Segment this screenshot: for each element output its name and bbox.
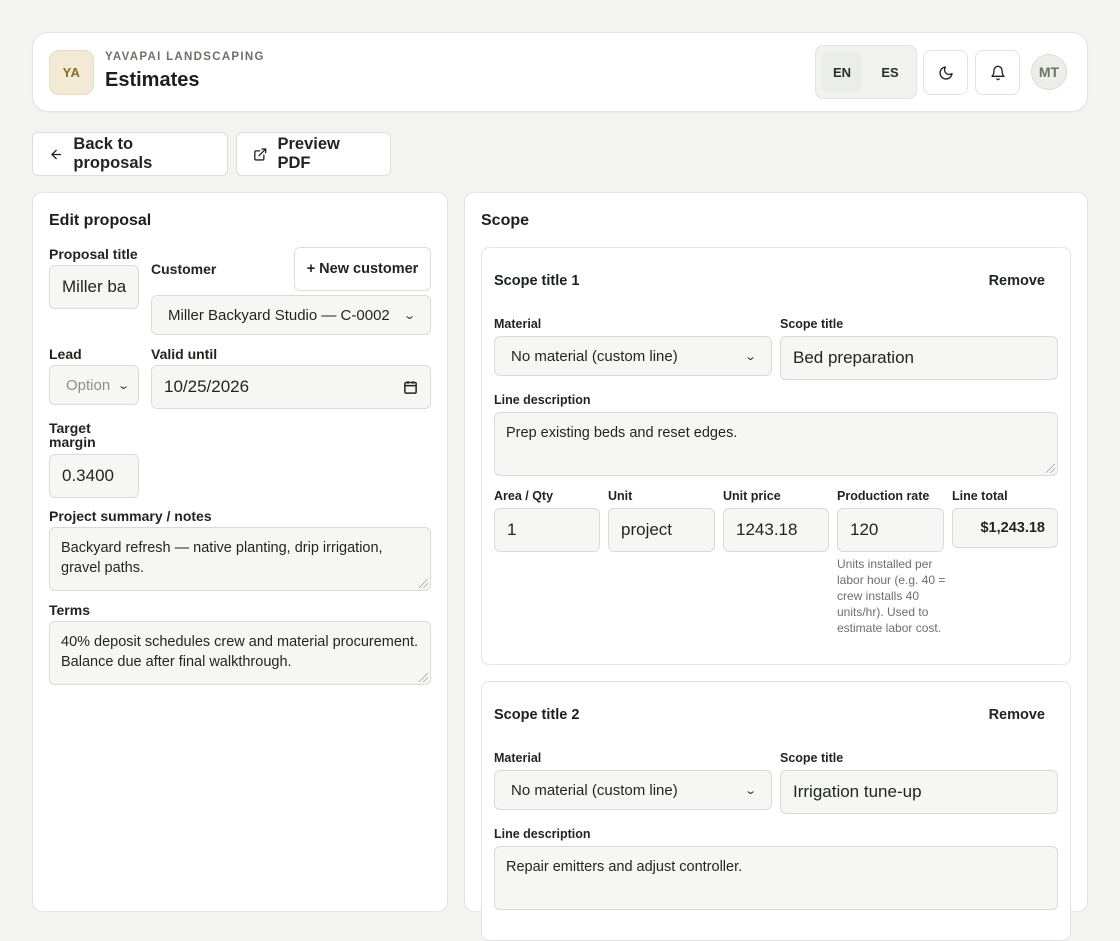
app-header: YA YAVAPAI LANDSCAPING Estimates EN ES M… <box>32 32 1088 112</box>
material-select[interactable]: No material (custom line) ⌄ <box>494 336 772 376</box>
remove-scope-button[interactable]: Remove <box>976 698 1058 732</box>
proposal-title-input[interactable]: Miller ba <box>49 265 139 309</box>
page-title: Estimates <box>105 69 200 91</box>
project-summary-text: Backyard refresh — native planting, drip… <box>61 540 383 576</box>
language-en-button[interactable]: EN <box>822 52 862 92</box>
external-link-icon <box>254 147 267 161</box>
scope-card-heading: Scope title 2 <box>494 707 580 723</box>
valid-until-input[interactable]: 10/25/2026 <box>151 365 431 409</box>
scope-panel: Scope Scope title 1 Remove Material No m… <box>464 192 1088 941</box>
arrow-left-icon <box>51 149 62 159</box>
unit-label: Unit <box>608 489 633 503</box>
resize-handle[interactable] <box>419 673 428 682</box>
material-select[interactable]: No material (custom line) ⌄ <box>494 770 772 810</box>
resize-handle[interactable] <box>1046 464 1055 473</box>
production-rate-label: Production rate <box>837 489 930 503</box>
back-to-proposals-label: Back to proposals <box>73 135 153 172</box>
line-description-label: Line description <box>494 393 591 407</box>
theme-toggle-button[interactable] <box>923 50 968 95</box>
edit-proposal-heading: Edit proposal <box>49 212 152 229</box>
customer-label: Customer <box>151 261 217 277</box>
lead-select-value: Option <box>66 376 111 394</box>
scope-card: Scope title 2 Remove Material No materia… <box>481 681 1071 941</box>
preview-pdf-label: Preview PDF <box>277 135 340 172</box>
back-to-proposals-button[interactable]: Back to proposals <box>32 132 228 176</box>
customer-select-value: Miller Backyard Studio — C-0002 <box>168 306 390 324</box>
company-logo: YA <box>49 50 94 95</box>
preview-pdf-button[interactable]: Preview PDF <box>236 132 391 176</box>
line-description-text: Prep existing beds and reset edges. <box>506 425 738 441</box>
line-total-value: $1,243.18 <box>952 508 1058 548</box>
unit-price-input[interactable]: 1243.18 <box>723 508 829 552</box>
valid-until-label: Valid until <box>151 346 218 362</box>
user-avatar[interactable]: MT <box>1031 54 1067 90</box>
line-total-label: Line total <box>952 489 1008 503</box>
production-rate-help: Units installed per labor hour (e.g. 40 … <box>837 557 946 635</box>
calendar-icon[interactable] <box>403 380 418 395</box>
language-switcher: EN ES <box>815 45 917 99</box>
scope-card: Scope title 1 Remove Material No materia… <box>481 247 1071 665</box>
customer-select[interactable]: Miller Backyard Studio — C-0002 ⌄ <box>151 295 431 335</box>
unit-price-label: Unit price <box>723 489 781 503</box>
scope-heading: Scope <box>481 212 530 229</box>
scope-title-label: Scope title <box>780 317 844 331</box>
lead-label: Lead <box>49 346 82 362</box>
chevron-down-icon: ⌄ <box>116 379 130 392</box>
area-qty-label: Area / Qty <box>494 489 554 503</box>
chevron-down-icon: ⌄ <box>743 784 757 797</box>
material-label: Material <box>494 751 542 765</box>
scope-card-heading: Scope title 1 <box>494 273 580 289</box>
new-customer-button[interactable]: + New customer <box>294 247 431 291</box>
company-name: YAVAPAI LANDSCAPING <box>105 51 265 63</box>
lead-select[interactable]: Option ⌄ <box>49 365 139 405</box>
terms-label: Terms <box>49 602 90 618</box>
scope-title-input[interactable]: Irrigation tune-up <box>780 770 1058 814</box>
terms-text: 40% deposit schedules crew and material … <box>61 634 419 670</box>
production-rate-input[interactable]: 120 <box>837 508 944 552</box>
material-select-value: No material (custom line) <box>511 781 678 799</box>
language-es-button[interactable]: ES <box>870 52 910 92</box>
notifications-button[interactable] <box>975 50 1020 95</box>
project-summary-label: Project summary / notes <box>49 508 212 524</box>
valid-until-value: 10/25/2026 <box>164 377 250 396</box>
edit-proposal-panel: Edit proposal Proposal title Miller ba C… <box>32 192 448 912</box>
terms-textarea[interactable]: 40% deposit schedules crew and material … <box>49 621 431 685</box>
line-description-text: Repair emitters and adjust controller. <box>506 859 743 875</box>
line-description-label: Line description <box>494 827 591 841</box>
remove-scope-button[interactable]: Remove <box>976 264 1058 298</box>
resize-handle[interactable] <box>419 579 428 588</box>
chevron-down-icon: ⌄ <box>743 350 757 363</box>
line-description-textarea[interactable]: Prep existing beds and reset edges. <box>494 412 1058 476</box>
area-qty-input[interactable]: 1 <box>494 508 600 552</box>
proposal-title-label: Proposal title <box>49 246 138 262</box>
scope-title-label: Scope title <box>780 751 844 765</box>
scope-title-input[interactable]: Bed preparation <box>780 336 1058 380</box>
line-description-textarea[interactable]: Repair emitters and adjust controller. <box>494 846 1058 910</box>
material-select-value: No material (custom line) <box>511 347 678 365</box>
target-margin-input[interactable]: 0.3400 <box>49 454 139 498</box>
material-label: Material <box>494 317 542 331</box>
target-margin-label: Target margin <box>49 420 96 450</box>
moon-icon <box>938 65 953 80</box>
unit-input[interactable]: project <box>608 508 715 552</box>
project-summary-textarea[interactable]: Backyard refresh — native planting, drip… <box>49 527 431 591</box>
bell-icon <box>990 65 1005 80</box>
chevron-down-icon: ⌄ <box>402 309 416 322</box>
